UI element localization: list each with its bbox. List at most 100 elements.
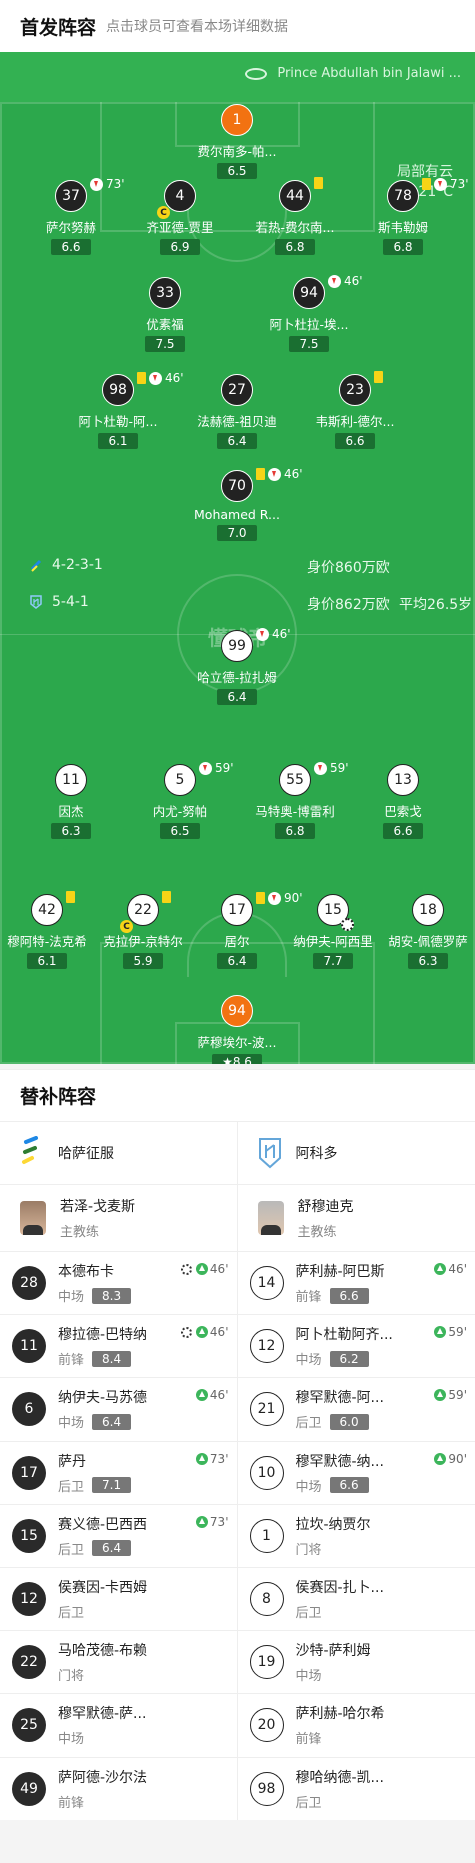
- player-name: 穆阿特-法克希: [7, 934, 87, 949]
- player-rating: 6.6: [51, 239, 91, 255]
- player-events: [66, 891, 78, 903]
- sub-number: 12: [249, 1329, 284, 1364]
- sub-player-row[interactable]: 19 沙特-萨利姆 中场: [237, 1630, 475, 1693]
- home-team-row[interactable]: 哈萨征服: [0, 1121, 237, 1185]
- sub-out-icon: [149, 371, 162, 385]
- away-coach[interactable]: 舒穆迪克 主教练: [238, 1185, 475, 1251]
- home-player-23[interactable]: 23 韦斯利-德尔... 6.6: [300, 371, 410, 449]
- away-formation-text: 5-4-1: [52, 594, 89, 610]
- away-avg-age: 平均26.5岁: [399, 597, 473, 613]
- sub-player-row[interactable]: 6 纳伊夫-马苏德 中场 6.4 46': [0, 1377, 237, 1440]
- home-player-1[interactable]: 1 费尔南多-帕... 6.5: [182, 104, 292, 179]
- sub-player-row[interactable]: 10 穆罕默德-纳... 中场 6.6 90': [237, 1440, 475, 1504]
- away-player-5[interactable]: 5 59' 内尤-努帕 6.5: [125, 761, 235, 839]
- player-rating: 6.9: [160, 239, 200, 255]
- shirt-number-text: 11: [62, 772, 80, 788]
- home-formation: 4-2-3-1: [30, 557, 103, 573]
- sub-player-row[interactable]: 28 本德布卡 中场 8.3 46': [0, 1251, 237, 1314]
- sub-player-row[interactable]: 20 萨利赫-哈尔希 前锋: [237, 1693, 475, 1756]
- player-name: 齐亚德-贾里: [146, 220, 214, 235]
- away-subs-column: 阿科多 舒穆迪克 主教练 14 萨利赫-阿巴斯 前锋 6.6 46' 12 阿卜杜…: [237, 1121, 475, 1820]
- sub-player-row[interactable]: 98 穆哈纳德-凯... 后卫: [237, 1756, 475, 1820]
- away-player-17[interactable]: 17 90' 居尔 6.4: [182, 891, 303, 969]
- sub-number: 49: [12, 1771, 46, 1806]
- player-rating: 6.5: [217, 163, 257, 179]
- shirt-number-text: 4: [175, 188, 185, 204]
- away-player-18[interactable]: 18 胡安-佩德罗萨 6.3: [373, 894, 475, 969]
- player-name: 纳伊夫-阿西里: [293, 934, 373, 949]
- home-player-33[interactable]: 33 优素福 7.5: [110, 277, 220, 352]
- coach-avatar: [257, 1201, 284, 1235]
- player-name: 优素福: [146, 317, 184, 332]
- home-team-icon: [30, 559, 42, 572]
- sub-player-row[interactable]: 12 阿卜杜勒阿齐... 中场 6.2 59': [237, 1314, 475, 1377]
- sub-player-row[interactable]: 21 穆罕默德-阿... 后卫 6.0 59': [237, 1377, 475, 1440]
- sub-player-row[interactable]: 49 萨阿德-沙尔法 前锋: [0, 1756, 237, 1820]
- away-player-55[interactable]: 55 59' 马特奥-博雷利 6.8: [240, 761, 350, 839]
- home-player-70[interactable]: 70 46' Mohamed R... 7.0: [182, 467, 303, 541]
- sub-player-row[interactable]: 15 赛义德-巴西西 后卫 6.4 73': [0, 1503, 237, 1567]
- sub-player-row[interactable]: 14 萨利赫-阿巴斯 前锋 6.6 46': [237, 1251, 475, 1314]
- sub-name: 阿卜杜勒阿齐...: [295, 1327, 393, 1344]
- sub-name: 马哈茂德-布赖: [58, 1643, 148, 1660]
- player-rating: 6.4: [217, 953, 257, 969]
- venue-name: Prince Abdullah bin Jalawi ...: [277, 66, 461, 81]
- sub-minute: 59': [330, 761, 349, 775]
- sub-position: 中场: [295, 1669, 322, 1685]
- shirt-number-text: 18: [419, 902, 437, 918]
- sub-number: 20: [249, 1708, 284, 1743]
- player-rating: 6.6: [335, 433, 375, 449]
- sub-minute: 73': [209, 1451, 229, 1466]
- away-player-94[interactable]: 94 萨穆埃尔-波... ★8.6: [182, 995, 292, 1064]
- home-player-4[interactable]: 4 C 齐亚德-贾里 6.9: [125, 180, 235, 255]
- home-player-98[interactable]: 98 46' 阿卜杜勒-阿... 6.1: [63, 371, 184, 449]
- sub-player-row[interactable]: 22 马哈茂德-布赖 门将: [0, 1630, 237, 1693]
- sub-out-icon: [256, 627, 269, 641]
- away-player-13[interactable]: 13 巴索戈 6.6: [348, 764, 458, 839]
- home-player-44[interactable]: 44 若热-费尔南... 6.8: [240, 177, 350, 255]
- subs-title: 替补阵容: [20, 1086, 97, 1108]
- player-rating: 6.1: [98, 433, 138, 449]
- yellow-card-icon: [314, 177, 323, 189]
- home-player-78[interactable]: 78 73' 斯韦勒姆 6.8: [348, 177, 469, 255]
- sub-event: 46': [434, 1262, 467, 1276]
- sub-number: 17: [12, 1455, 46, 1490]
- home-coach[interactable]: 若泽-戈麦斯 主教练: [0, 1185, 237, 1251]
- sub-minute: 46': [209, 1325, 229, 1340]
- yellow-card-icon: [374, 371, 383, 383]
- sub-player-row[interactable]: 12 侯赛因-卡西姆 后卫: [0, 1566, 237, 1630]
- away-player-11[interactable]: 11 因杰 6.3: [16, 764, 126, 839]
- sub-minute: 59': [215, 761, 234, 775]
- sub-position: 后卫: [295, 1416, 322, 1432]
- sub-minute: 46': [284, 467, 303, 481]
- shirt-number: 18: [412, 894, 444, 926]
- sub-name: 萨丹: [58, 1453, 86, 1470]
- home-player-37[interactable]: 37 73' 萨尔努赫 6.6: [16, 177, 126, 255]
- shirt-number-text: 70: [228, 478, 246, 494]
- away-team-row[interactable]: 阿科多: [237, 1121, 475, 1185]
- sub-out-icon: [328, 274, 341, 288]
- home-player-27[interactable]: 27 法赫德-祖贝迪 6.4: [182, 374, 292, 449]
- sub-player-row[interactable]: 25 穆罕默德-萨... 中场: [0, 1693, 237, 1756]
- yellow-card-icon: [137, 372, 146, 384]
- sub-position: 前锋: [295, 1290, 322, 1306]
- sub-player-row[interactable]: 11 穆拉德-巴特纳 前锋 8.4 46': [0, 1314, 237, 1377]
- sub-event: 73': [195, 1451, 229, 1466]
- sub-player-row[interactable]: 17 萨丹 后卫 7.1 73': [0, 1440, 237, 1504]
- sub-name: 赛义德-巴西西: [58, 1516, 148, 1533]
- away-player-15[interactable]: 15 纳伊夫-阿西里 7.7: [278, 894, 388, 969]
- away-player-42[interactable]: 42 穆阿特-法克希 6.1: [0, 891, 102, 969]
- shirt-number: 33: [149, 277, 181, 309]
- away-player-99[interactable]: 99 46' 哈立德-拉扎姆 6.4: [182, 627, 292, 705]
- sub-player-row[interactable]: 8 侯赛因-扎卜... 后卫: [237, 1566, 475, 1630]
- player-events: 46': [328, 274, 363, 288]
- home-player-94[interactable]: 94 46' 阿卜杜拉-埃... 7.5: [254, 274, 364, 352]
- shirt-number-text: 1: [232, 112, 242, 128]
- shirt-number-text: 94: [228, 1003, 246, 1019]
- player-rating: 6.3: [51, 823, 91, 839]
- sub-player-row[interactable]: 1 拉坎-纳贾尔 门将: [237, 1503, 475, 1567]
- goal-ball-icon: [341, 918, 354, 931]
- away-value: 身价862万欧: [307, 597, 390, 613]
- sub-number: 15: [12, 1518, 46, 1553]
- sub-name: 萨利赫-阿巴斯: [295, 1264, 385, 1281]
